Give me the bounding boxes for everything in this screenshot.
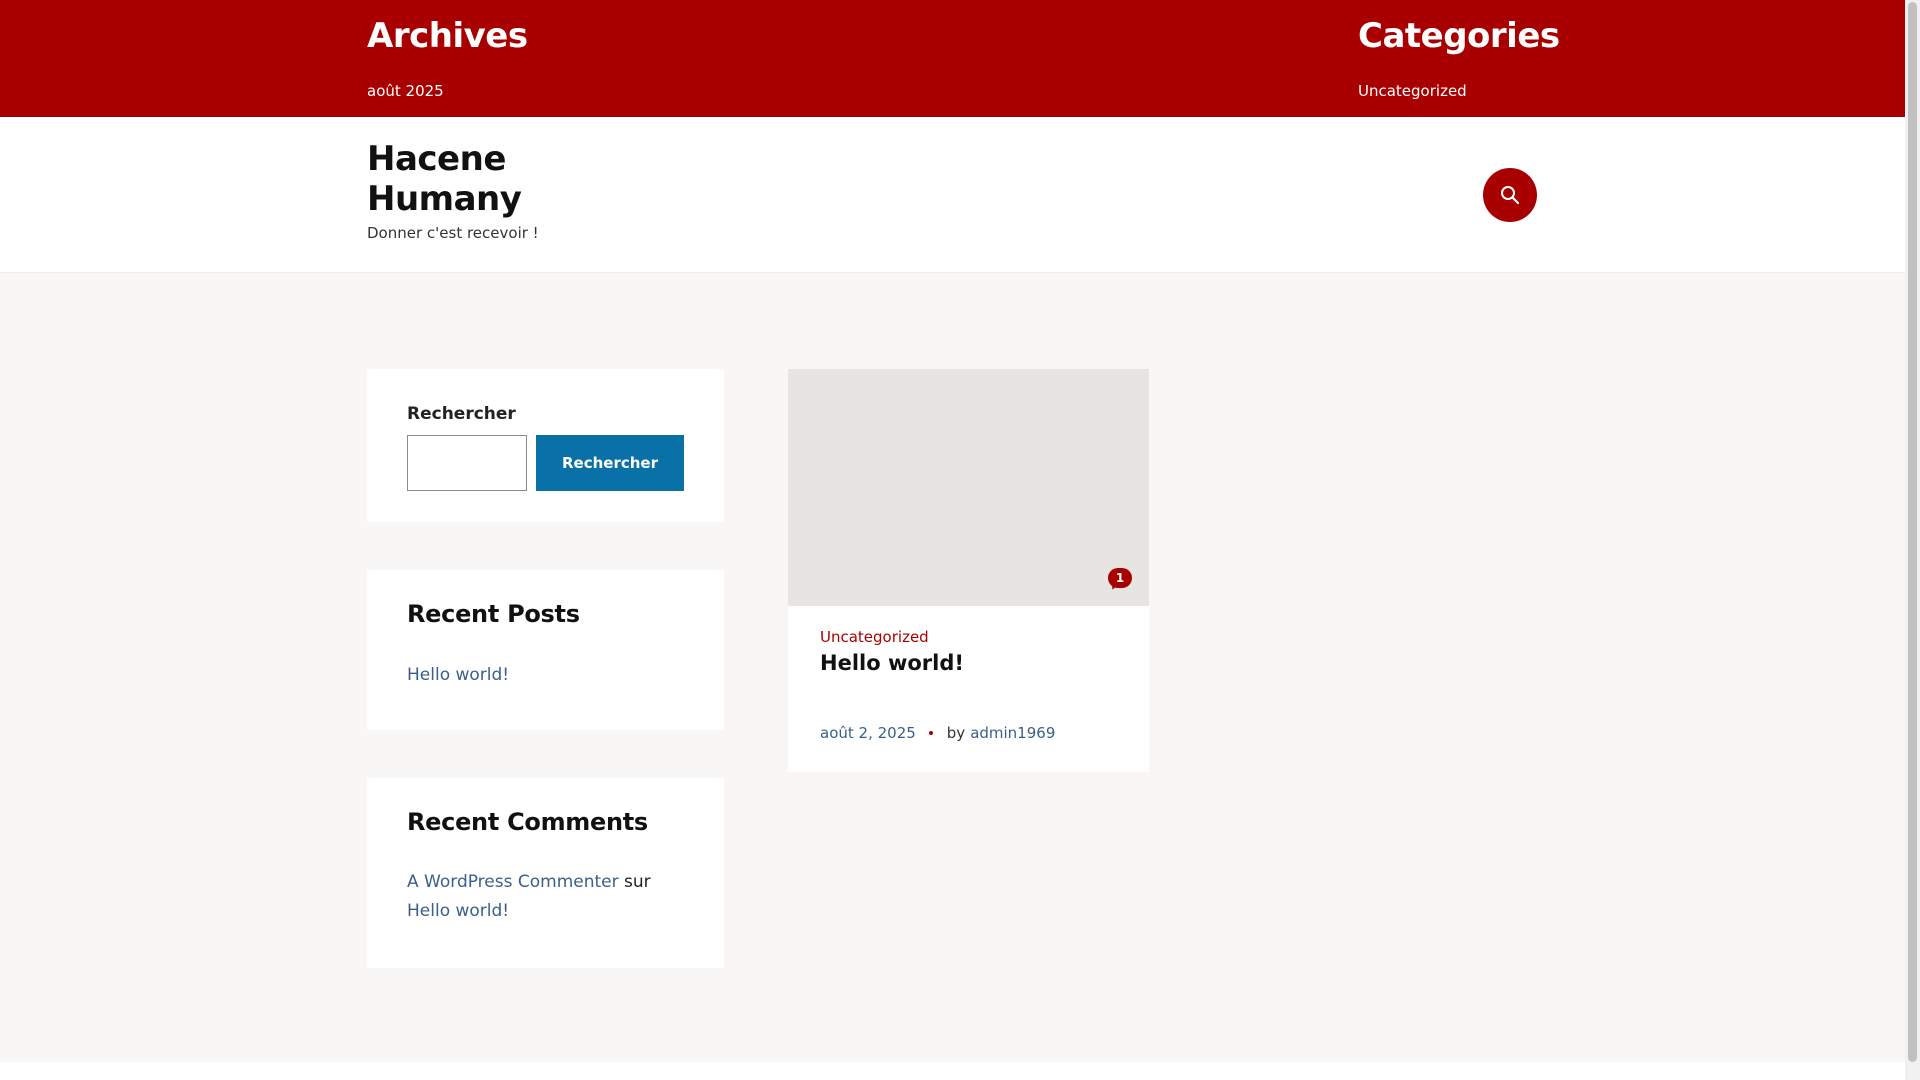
archives-widget: Archives août 2025 [367,14,528,100]
page-scrollbar[interactable] [1905,0,1920,1080]
footer-strip [0,1062,1905,1080]
recent-post-link[interactable]: Hello world! [407,665,509,685]
search-input[interactable] [407,435,527,491]
categories-title: Categories [1358,16,1560,56]
post-author-link[interactable]: admin1969 [970,724,1055,742]
recent-posts-title: Recent Posts [407,600,580,628]
post-meta: août 2, 2025 by admin1969 [820,724,1055,742]
post-thumbnail[interactable] [788,369,1149,606]
comment-count: 1 [1108,568,1132,588]
post-category-link[interactable]: Uncategorized [820,628,929,646]
post-date-link[interactable]: août 2, 2025 [820,724,916,742]
comment-author-link[interactable]: A WordPress Commenter [407,872,619,892]
search-label: Rechercher [407,404,516,424]
search-submit-button[interactable]: Rechercher [536,435,684,491]
search-icon [1501,186,1520,205]
recent-comments-widget: Recent Comments A WordPress Commenter su… [367,778,724,968]
comment-post-link[interactable]: Hello world! [407,901,509,921]
recent-comments-title: Recent Comments [407,808,648,836]
site-header: Hacene Humany Donner c'est recevoir ! [0,117,1905,273]
scrollbar-thumb[interactable] [1908,2,1917,1062]
post-card: 1 Uncategorized Hello world! août 2, 202… [788,369,1149,772]
post-title-link[interactable]: Hello world! [820,651,964,675]
meta-separator-dot [928,731,933,735]
comment-count-badge[interactable]: 1 [1108,568,1134,592]
recent-posts-widget: Recent Posts Hello world! [367,570,724,730]
categories-widget: Categories Uncategorized [1358,14,1560,100]
archives-link[interactable]: août 2025 [367,82,528,100]
site-tagline: Donner c'est recevoir ! [367,224,539,242]
post-by-label: by [946,724,966,742]
comment-connector: sur [624,872,651,892]
recent-comment-item: A WordPress Commenter sur Hello world! [407,868,697,926]
top-widget-bar: Archives août 2025 Categories Uncategori… [0,0,1905,117]
site-title[interactable]: Hacene Humany [367,139,587,219]
category-link-uncategorized[interactable]: Uncategorized [1358,82,1560,100]
archives-title: Archives [367,16,528,56]
search-toggle-button[interactable] [1483,168,1537,222]
search-widget: Rechercher Rechercher [367,369,724,522]
